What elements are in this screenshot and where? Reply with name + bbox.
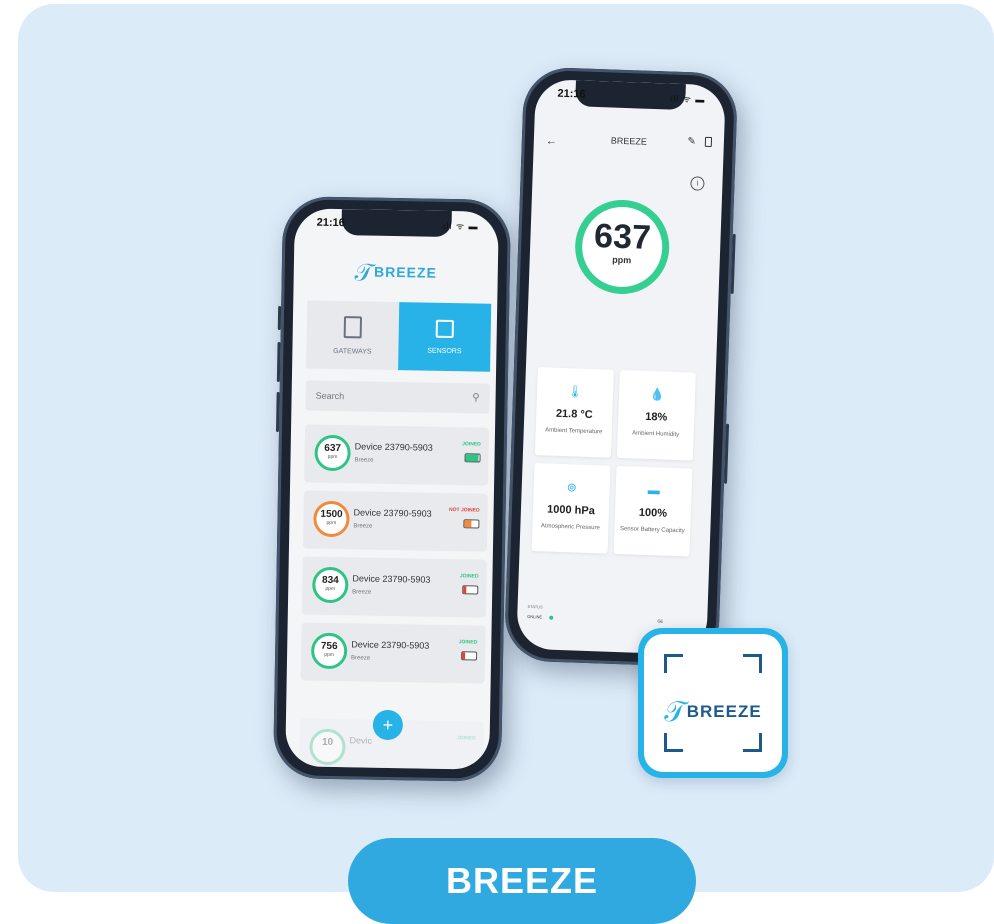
gateway-icon (343, 315, 363, 338)
info-icon[interactable]: i (690, 176, 705, 191)
ppm-ring: 756 ppm (310, 632, 348, 670)
phone-device-detail: 21:16 ıll ᯤ ▬ ← BREEZE ✎ i 637 ppm 🌡 21.… (503, 66, 739, 668)
status-icons: ıll ᯤ ▬ (669, 93, 706, 105)
volume-down-button (275, 391, 280, 433)
tab-label: SENSORS (427, 347, 462, 355)
battery-icon (463, 519, 480, 529)
device-sub: Breeze (350, 655, 371, 662)
join-status: NOT JOINED (449, 506, 480, 514)
ppm-ring: 1500 ppm (313, 500, 350, 538)
volume-up-button (276, 341, 281, 383)
app-icon-face: 𝒯BREEZE (644, 634, 782, 772)
metric-label: Sensor Battery Capacity (619, 526, 685, 535)
frame-corner (743, 654, 762, 673)
metric-value: 1000 hPa (546, 503, 596, 518)
humidity-icon: 💧 (649, 387, 665, 402)
status-dot (549, 615, 554, 620)
metric-value: 18% (645, 410, 668, 424)
mute-switch (277, 305, 282, 331)
ppm-unit: ppm (325, 585, 336, 593)
metric-tile-pressure: ⊚ 1000 hPa Atmospheric Pressure (531, 463, 611, 554)
status-value: ONLINE (527, 613, 543, 620)
tab-bar: GATEWAYS SENSORS (306, 300, 492, 372)
frame-corner (664, 733, 683, 752)
status-time: 21:16 (557, 87, 586, 101)
list-item[interactable]: 637 ppm Device 23790-5903 Breeze JOINED (304, 424, 490, 486)
status-right: GE (657, 618, 664, 624)
thermometer-icon: 🌡 (567, 384, 583, 399)
device-detail-screen: 21:16 ıll ᯤ ▬ ← BREEZE ✎ i 637 ppm 🌡 21.… (516, 78, 726, 656)
phone-device-list: 21:16 ıll ᯤ ▬ 𝒯BREEZE GATEWAYS SENSORS S… (272, 196, 512, 782)
tab-sensors[interactable]: SENSORS (398, 302, 492, 372)
brand-pill-button[interactable]: BREEZE (348, 838, 696, 924)
pressure-icon: ⊚ (566, 480, 578, 495)
app-icon-text: BREEZE (686, 702, 762, 721)
ppm-value: 1500 (320, 508, 343, 521)
list-item[interactable]: 834 ppm Device 23790-5903 Breeze JOINED (301, 556, 487, 618)
device-list-screen: 21:16 ıll ᯤ ▬ 𝒯BREEZE GATEWAYS SENSORS S… (285, 208, 499, 770)
device-name: Devic (349, 735, 373, 746)
ppm-unit: ppm (326, 519, 337, 527)
device-sub: Breeze (354, 457, 374, 464)
ppm-unit: ppm (324, 651, 335, 659)
app-icon-brand: 𝒯BREEZE (644, 696, 782, 729)
metric-label: Ambient Humidity (632, 430, 680, 439)
search-placeholder: Search (315, 390, 345, 402)
join-status: JOINED (458, 639, 478, 646)
metric-tile-humidity: 💧 18% Ambient Humidity (616, 369, 696, 461)
breeze-logo-icon: 𝒯 (664, 696, 687, 727)
battery-icon (462, 585, 479, 595)
metric-tile-temperature: 🌡 21.8 °C Ambient Temperature (534, 367, 614, 458)
battery-icon: ▬ (647, 483, 660, 498)
device-sub: Breeze (353, 523, 373, 530)
sensor-icon (435, 319, 454, 338)
status-icons: ıll ᯤ ▬ (442, 220, 479, 232)
list-item[interactable]: 756 ppm Device 23790-5903 Breeze JOINED (300, 622, 486, 684)
search-input[interactable]: Search ⚲ (305, 380, 490, 414)
metric-value: 100% (638, 506, 668, 520)
join-status: JOINED (459, 573, 479, 580)
ppm-ring: 834 ppm (312, 566, 349, 604)
device-name: Device 23790-5903 (353, 507, 432, 519)
tab-gateways[interactable]: GATEWAYS (306, 300, 400, 371)
app-logo: 𝒯BREEZE (294, 258, 498, 290)
device-sub: Breeze (352, 589, 372, 596)
ppm-value: 834 (321, 574, 339, 587)
battery-icon (464, 453, 481, 463)
app-icon: 𝒯BREEZE (638, 628, 788, 778)
ppm-unit: ppm (327, 453, 338, 461)
join-status: JOINED (456, 735, 476, 742)
co2-gauge: 637 ppm (573, 198, 671, 296)
search-icon: ⚲ (472, 392, 480, 404)
ppm-ring: 637 ppm (314, 434, 351, 472)
frame-corner (664, 654, 683, 673)
battery-icon (461, 651, 478, 661)
delete-icon[interactable] (704, 136, 713, 148)
breeze-logo-icon: 𝒯 (354, 259, 375, 287)
list-item[interactable]: 1500 ppm Device 23790-5903 Breeze NOT JOINED (302, 490, 488, 552)
device-name: Device 23790-5903 (354, 441, 433, 453)
edit-icon[interactable]: ✎ (687, 136, 696, 147)
notch (341, 209, 452, 237)
tab-label: GATEWAYS (333, 347, 372, 356)
metric-tile-battery: ▬ 100% Sensor Battery Capacity (613, 465, 693, 557)
device-name: Device 23790-5903 (351, 639, 430, 651)
ppm-value: 756 (320, 640, 338, 653)
frame-corner (743, 733, 762, 752)
ppm-value: 637 (324, 442, 342, 455)
logo-text: BREEZE (373, 263, 438, 281)
metric-value: 21.8 °C (555, 407, 593, 422)
status-time: 21:16 (316, 216, 345, 230)
metric-label: Ambient Temperature (544, 427, 603, 436)
device-name: Device 23790-5903 (352, 573, 431, 585)
join-status: JOINED (462, 441, 481, 448)
ppm-ring: 10 (309, 728, 346, 766)
status-label: STATUS (527, 603, 543, 610)
top-bar: ← BREEZE ✎ (533, 127, 724, 164)
gauge-value: 637 (593, 216, 652, 257)
metric-label: Atmospheric Pressure (540, 523, 600, 532)
metrics-grid: 🌡 21.8 °C Ambient Temperature 💧 18% Ambi… (527, 367, 708, 569)
